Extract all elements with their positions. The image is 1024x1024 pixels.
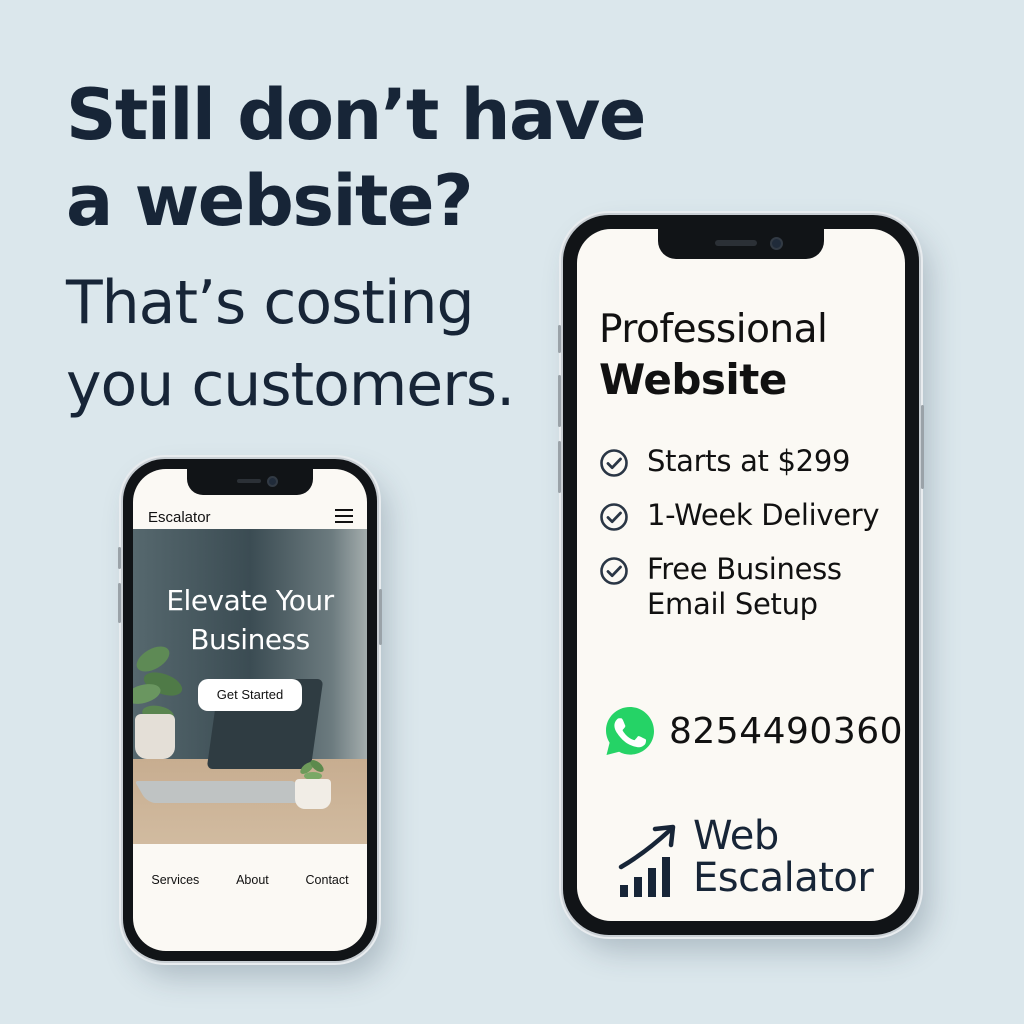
web-escalator-logo: Web Escalator — [617, 813, 887, 907]
laptop-keyboard — [134, 781, 308, 803]
growth-chart-arrow-icon — [618, 824, 676, 897]
nav-link-about[interactable]: About — [236, 873, 269, 887]
phone-mockup-large: Professional Website Starts at $299 1-We… — [558, 215, 924, 935]
phone-notch — [187, 469, 313, 495]
feature-text-line-2: Email Setup — [647, 587, 818, 621]
phone-side-button — [558, 375, 561, 427]
whatsapp-icon[interactable] — [603, 704, 657, 758]
promo-title-line-1: Professional — [599, 307, 828, 352]
feature-list: Starts at $299 1-Week Delivery Free Busi… — [599, 444, 880, 641]
feature-text: 1-Week Delivery — [647, 498, 880, 532]
plant-pot — [135, 714, 175, 759]
promo-title-line-2: Website — [599, 355, 787, 404]
phone-notch — [658, 229, 824, 259]
small-plant-pot — [295, 779, 331, 809]
hero-title-line-2: Business — [190, 623, 310, 656]
headline-line-1: Still don’t have — [66, 74, 646, 156]
feature-text-line-1: Free Business — [647, 552, 842, 586]
phone-side-button — [379, 589, 382, 645]
promo-title: Professional Website — [599, 305, 828, 405]
camera-icon — [267, 476, 278, 487]
phone-side-button — [118, 547, 121, 569]
logo-line-1: Web — [693, 813, 779, 859]
whatsapp-contact[interactable]: 8254490360 — [603, 704, 903, 758]
logo-line-2: Escalator — [693, 855, 874, 901]
feature-item: Starts at $299 — [599, 444, 879, 479]
phone-screen: Escalator Elevate Your Business Get Star… — [133, 469, 367, 951]
subheadline-line-1: That’s costing — [66, 268, 475, 338]
hero-title-line-1: Elevate Your — [166, 584, 334, 617]
subheadline-line-2: you customers. — [66, 350, 515, 420]
hero-section: Elevate Your Business Get Started — [133, 529, 367, 844]
phone-side-button — [558, 325, 561, 353]
nav-link-services[interactable]: Services — [151, 873, 199, 887]
headline: Still don’t have a website? — [66, 72, 646, 244]
site-footer-nav: Services About Contact — [133, 873, 367, 887]
site-brand[interactable]: Escalator — [148, 509, 211, 526]
phone-side-button — [921, 405, 924, 489]
feature-item: Free Business Email Setup — [599, 552, 879, 622]
phone-side-button — [118, 583, 121, 623]
hamburger-menu-icon[interactable] — [335, 509, 353, 523]
feature-item: 1-Week Delivery — [599, 498, 880, 533]
check-circle-icon — [600, 449, 628, 477]
feature-text: Starts at $299 — [647, 444, 851, 478]
get-started-button[interactable]: Get Started — [198, 679, 302, 711]
camera-icon — [770, 237, 783, 250]
check-circle-icon — [600, 503, 628, 531]
headline-line-2: a website? — [66, 160, 474, 242]
logo-wordmark: Web Escalator — [693, 813, 874, 901]
check-circle-icon — [600, 557, 628, 585]
phone-mockup-small: Escalator Elevate Your Business Get Star… — [118, 459, 382, 961]
phone-number[interactable]: 8254490360 — [669, 711, 903, 752]
nav-link-contact[interactable]: Contact — [306, 873, 349, 887]
subheadline: That’s costing you customers. — [66, 262, 515, 426]
hero-title: Elevate Your Business — [133, 581, 367, 659]
phone-screen: Professional Website Starts at $299 1-We… — [577, 229, 905, 921]
phone-side-button — [558, 441, 561, 493]
